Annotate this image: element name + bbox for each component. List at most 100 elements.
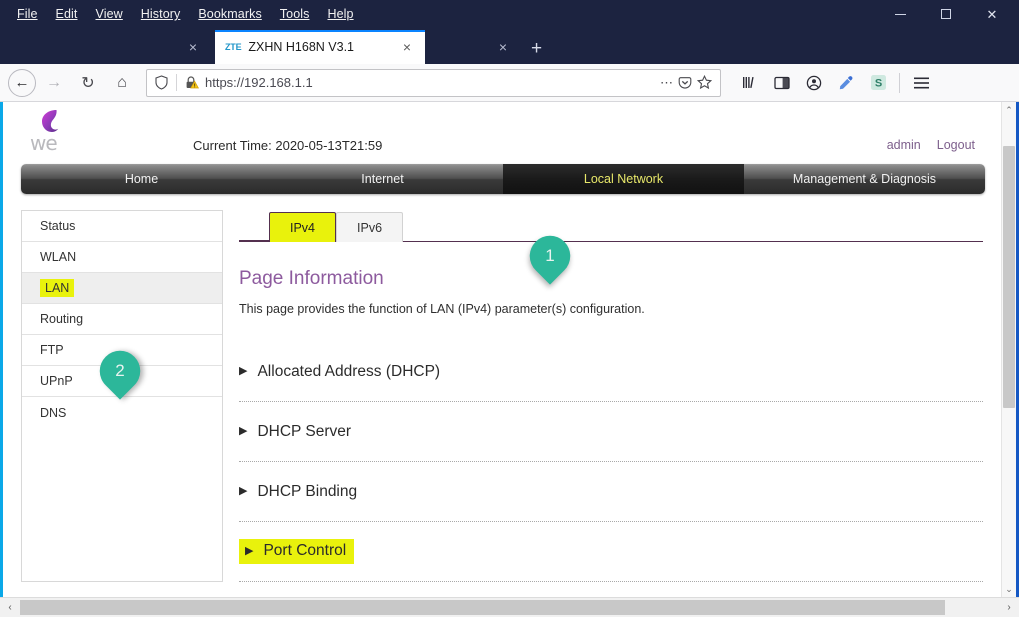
tab-title: ZXHN H168N V3.1: [248, 40, 355, 54]
router-content: IPv4 IPv6 Page Information This page pro…: [239, 210, 991, 582]
stylus-extension-icon[interactable]: S: [863, 69, 893, 97]
navigation-toolbar: ← → ↻ ⌂ https://192.168.1.1 ⋯ S: [0, 64, 1019, 102]
menu-help[interactable]: Help: [318, 4, 362, 24]
nav-tab-management-diagnosis[interactable]: Management & Diagnosis: [744, 164, 985, 194]
callout-number: 1: [545, 246, 555, 265]
url-text[interactable]: https://192.168.1.1: [205, 75, 660, 90]
address-bar-actions: ⋯: [660, 75, 720, 91]
tab-close-icon[interactable]: ×: [399, 40, 415, 54]
sidebar-item-label: FTP: [40, 343, 64, 357]
menu-bookmarks[interactable]: Bookmarks: [189, 4, 270, 24]
section-label-wrap: ▶ DHCP Binding: [239, 483, 357, 501]
chevron-right-icon: ▶: [245, 544, 254, 557]
back-button[interactable]: ←: [8, 68, 36, 97]
sidebar-item-dns[interactable]: DNS: [22, 397, 222, 428]
callout-badge-1: 1: [521, 227, 579, 285]
vertical-scroll-thumb[interactable]: [1003, 146, 1015, 408]
tab-close-icon[interactable]: ×: [495, 40, 511, 54]
sidebar-item-status[interactable]: Status: [22, 211, 222, 242]
page-description: This page provides the function of LAN (…: [239, 302, 645, 316]
section-label-wrap: ▶ Port Control: [239, 539, 355, 564]
home-button[interactable]: ⌂: [106, 68, 138, 98]
browser-tab-3[interactable]: ×: [425, 30, 525, 64]
admin-link[interactable]: admin: [887, 138, 921, 152]
shield-icon[interactable]: [147, 75, 176, 90]
menu-edit[interactable]: Edit: [47, 4, 87, 24]
window-controls: ✕: [877, 0, 1015, 28]
eyedropper-icon[interactable]: [831, 69, 861, 97]
section-dhcp-server[interactable]: ▶ DHCP Server: [239, 402, 983, 462]
ellipsis-icon[interactable]: ⋯: [660, 75, 673, 91]
lock-warning-icon[interactable]: [177, 75, 205, 90]
tab-close-icon[interactable]: ×: [185, 40, 201, 54]
title-menu-bar: File Edit View History Bookmarks Tools H…: [0, 0, 1019, 28]
sidebar-item-label: WLAN: [40, 250, 77, 264]
chevron-right-icon: ▶: [239, 485, 248, 497]
zte-favicon: ZTE: [225, 42, 242, 52]
forward-button[interactable]: →: [38, 68, 70, 98]
scroll-up-icon[interactable]: ⌃: [1002, 102, 1016, 118]
scroll-right-icon[interactable]: ›: [999, 602, 1019, 613]
sidebar-item-lan[interactable]: LAN: [22, 273, 222, 304]
chevron-right-icon: ▶: [239, 425, 248, 437]
tab-ipv6[interactable]: IPv6: [336, 212, 404, 242]
nav-tab-local-network[interactable]: Local Network: [503, 164, 744, 194]
address-bar[interactable]: https://192.168.1.1 ⋯: [146, 68, 721, 97]
library-icon[interactable]: [735, 69, 765, 97]
nav-tab-internet[interactable]: Internet: [262, 164, 503, 194]
hamburger-menu-icon[interactable]: [906, 69, 936, 97]
menu-tools-label: Tools: [279, 7, 310, 21]
close-icon: ✕: [986, 6, 998, 22]
close-button[interactable]: ✕: [969, 0, 1015, 28]
maximize-button[interactable]: [923, 0, 969, 28]
sidebar-item-label: Status: [40, 219, 76, 233]
section-label: DHCP Server: [257, 422, 352, 440]
back-arrow-icon: ←: [14, 74, 30, 91]
sidebar-item-wlan[interactable]: WLAN: [22, 242, 222, 273]
account-icon[interactable]: [799, 69, 829, 97]
menu-edit-label: Edit: [55, 7, 78, 21]
menu-history[interactable]: History: [132, 4, 190, 24]
nav-tab-home[interactable]: Home: [21, 164, 262, 194]
horizontal-scrollbar[interactable]: ‹ ›: [0, 597, 1019, 617]
star-icon[interactable]: [697, 75, 712, 90]
scroll-down-icon[interactable]: ⌄: [1002, 581, 1016, 597]
new-tab-button[interactable]: +: [531, 39, 542, 58]
router-nav-tabs: Home Internet Local Network Management &…: [21, 164, 985, 194]
minimize-button[interactable]: [877, 0, 923, 28]
router-body: Status WLAN LAN Routing FTP UPnP DNS IPv…: [21, 210, 991, 582]
vertical-scrollbar[interactable]: ⌃ ⌄: [1001, 102, 1016, 597]
tab-ipv4[interactable]: IPv4: [269, 212, 337, 242]
page-viewport: we Current Time: 2020-05-13T21:59 admin …: [0, 102, 1019, 597]
horizontal-scroll-thumb[interactable]: [20, 600, 945, 615]
sidebar-icon[interactable]: [767, 69, 797, 97]
chevron-right-icon: ▶: [239, 365, 248, 377]
svg-text:S: S: [874, 77, 881, 89]
sidebar-item-label: Routing: [40, 312, 84, 326]
section-port-control[interactable]: ▶ Port Control: [239, 522, 983, 582]
section-allocated-address[interactable]: ▶ Allocated Address (DHCP): [239, 342, 983, 402]
pocket-icon[interactable]: [678, 76, 692, 90]
logout-link[interactable]: Logout: [937, 138, 975, 152]
menu-file[interactable]: File: [8, 4, 47, 24]
sidebar-item-routing[interactable]: Routing: [22, 304, 222, 335]
browser-tab-1[interactable]: ×: [60, 30, 215, 64]
we-logo-text: we: [30, 131, 58, 155]
page-title: Page Information: [239, 268, 384, 289]
url-value: https://192.168.1.1: [205, 75, 313, 90]
menu-bookmarks-label: Bookmarks: [198, 7, 262, 21]
toolbar-icons: S: [735, 69, 936, 97]
callout-number: 2: [115, 361, 125, 380]
section-dhcp-binding[interactable]: ▶ DHCP Binding: [239, 462, 983, 522]
scroll-left-icon[interactable]: ‹: [0, 602, 20, 613]
browser-tab-active[interactable]: ZTE ZXHN H168N V3.1 ×: [215, 30, 425, 64]
menu-file-label: File: [17, 7, 38, 21]
callout-badge-2: 2: [91, 342, 149, 400]
menu-view[interactable]: View: [87, 4, 132, 24]
menu-help-label: Help: [327, 7, 354, 21]
minimize-icon: [894, 13, 906, 15]
router-page: we Current Time: 2020-05-13T21:59 admin …: [3, 102, 1001, 597]
router-admin-ui: we Current Time: 2020-05-13T21:59 admin …: [3, 102, 1001, 597]
menu-tools[interactable]: Tools: [271, 4, 319, 24]
reload-button[interactable]: ↻: [72, 68, 104, 98]
